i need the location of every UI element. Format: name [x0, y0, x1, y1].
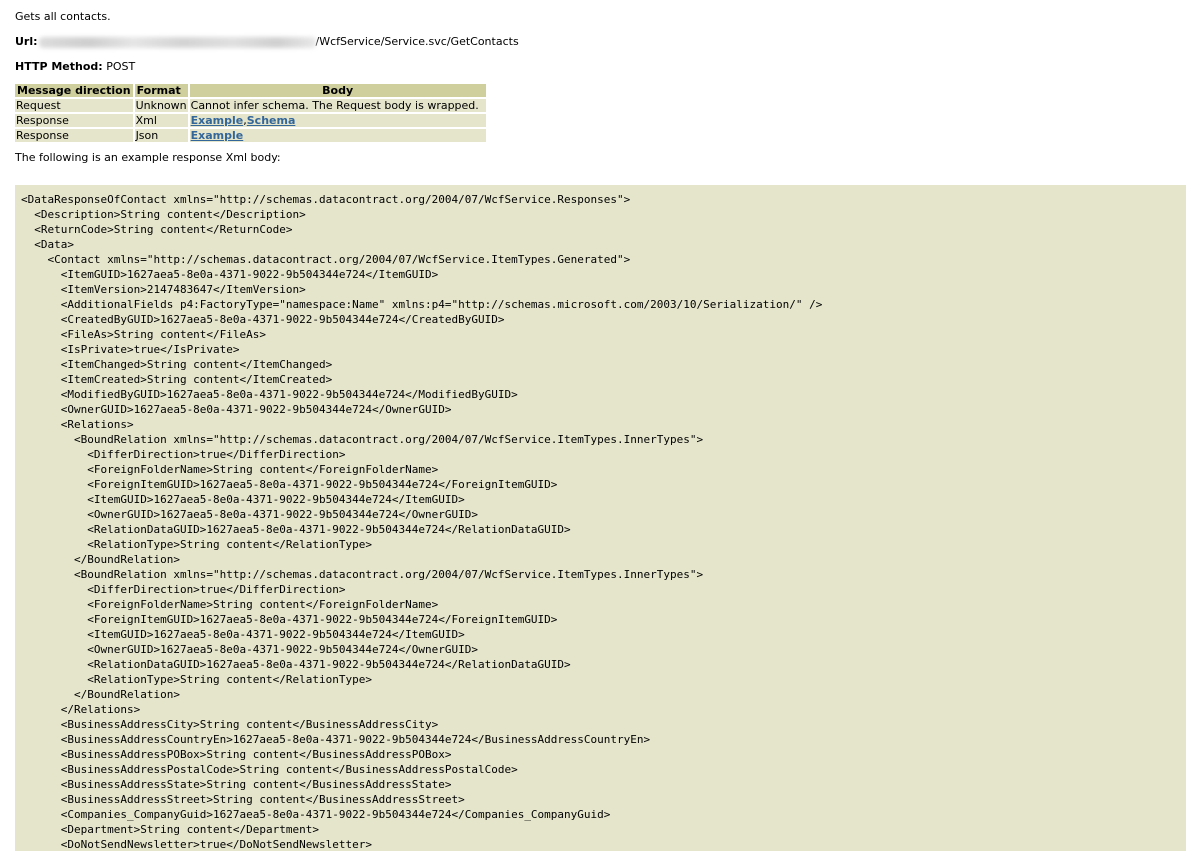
header-message-direction: Message direction — [15, 84, 133, 97]
redacted-host — [38, 36, 316, 48]
code-line: <Description>String content</Description… — [21, 208, 306, 221]
http-method-value: POST — [106, 60, 136, 73]
cell-direction: Response — [15, 129, 133, 142]
code-line: <ForeignFolderName>String content</Forei… — [21, 463, 439, 476]
table-header-row: Message direction Format Body — [15, 84, 486, 97]
code-line: <BoundRelation xmlns="http://schemas.dat… — [21, 568, 704, 581]
code-line: <BusinessAddressCountryEn>1627aea5-8e0a-… — [21, 733, 651, 746]
cell-body: Example — [189, 129, 486, 142]
code-line: <Data> — [21, 238, 74, 251]
json-example-link[interactable]: Example — [191, 129, 244, 142]
code-line: <RelationDataGUID>1627aea5-8e0a-4371-902… — [21, 523, 571, 536]
example-intro-text: The following is an example response Xml… — [15, 151, 281, 164]
code-line: </Relations> — [21, 703, 141, 716]
cell-direction: Response — [15, 114, 133, 127]
http-method-label: HTTP Method: — [15, 60, 103, 73]
code-line: <ItemChanged>String content</ItemChanged… — [21, 358, 333, 371]
code-line: <ReturnCode>String content</ReturnCode> — [21, 223, 293, 236]
xml-example-link[interactable]: Example — [191, 114, 244, 127]
header-body: Body — [189, 84, 486, 97]
code-line: <OwnerGUID>1627aea5-8e0a-4371-9022-9b504… — [21, 403, 452, 416]
message-format-table: Message direction Format Body Request Un… — [13, 82, 488, 144]
table-row: Response Json Example — [15, 129, 486, 142]
code-line: <DataResponseOfContact xmlns="http://sch… — [21, 193, 631, 206]
http-method-line: HTTP Method: POST — [15, 59, 1186, 75]
code-line: <BusinessAddressCity>String content</Bus… — [21, 718, 439, 731]
code-line: <Relations> — [21, 418, 134, 431]
code-line: <ItemGUID>1627aea5-8e0a-4371-9022-9b5043… — [21, 628, 465, 641]
code-line: <BusinessAddressStreet>String content</B… — [21, 793, 465, 806]
table-row: Response Xml Example,Schema — [15, 114, 486, 127]
code-line: <Department>String content</Department> — [21, 823, 320, 836]
code-line: <RelationType>String content</RelationTy… — [21, 538, 372, 551]
code-line: <ModifiedByGUID>1627aea5-8e0a-4371-9022-… — [21, 388, 518, 401]
code-line: <ItemVersion>2147483647</ItemVersion> — [21, 283, 306, 296]
code-line: <ItemGUID>1627aea5-8e0a-4371-9022-9b5043… — [21, 493, 465, 506]
code-line: <OwnerGUID>1627aea5-8e0a-4371-9022-9b504… — [21, 508, 478, 521]
code-line: <ForeignItemGUID>1627aea5-8e0a-4371-9022… — [21, 613, 558, 626]
example-response-xml: <DataResponseOfContact xmlns="http://sch… — [15, 185, 1186, 851]
code-line: <BusinessAddressState>String content</Bu… — [21, 778, 452, 791]
url-path: /WcfService/Service.svc/GetContacts — [315, 35, 519, 48]
code-line: <AdditionalFields p4:FactoryType="namesp… — [21, 298, 823, 311]
code-line: <OwnerGUID>1627aea5-8e0a-4371-9022-9b504… — [21, 643, 478, 656]
code-line: <FileAs>String content</FileAs> — [21, 328, 267, 341]
url-label: Url: — [15, 35, 38, 48]
operation-description: Gets all contacts. — [15, 10, 111, 23]
header-format: Format — [134, 84, 188, 97]
code-line: <DoNotSendNewsletter>true</DoNotSendNews… — [21, 838, 372, 851]
help-page: Gets all contacts. Url: /WcfService/Servi… — [0, 0, 1186, 851]
code-line: <IsPrivate>true</IsPrivate> — [21, 343, 240, 356]
code-line: <ItemGUID>1627aea5-8e0a-4371-9022-9b5043… — [21, 268, 439, 281]
code-line: <RelationDataGUID>1627aea5-8e0a-4371-902… — [21, 658, 571, 671]
table-row: Request Unknown Cannot infer schema. The… — [15, 99, 486, 112]
xml-schema-link[interactable]: Schema — [247, 114, 296, 127]
cell-body: Cannot infer schema. The Request body is… — [189, 99, 486, 112]
cell-format: Unknown — [134, 99, 188, 112]
code-line: <BusinessAddressPOBox>String content</Bu… — [21, 748, 452, 761]
cell-format: Json — [134, 129, 188, 142]
code-line: <ForeignFolderName>String content</Forei… — [21, 598, 439, 611]
code-line: <BusinessAddressPostalCode>String conten… — [21, 763, 518, 776]
code-line: <DifferDirection>true</DifferDirection> — [21, 448, 346, 461]
code-line: <BoundRelation xmlns="http://schemas.dat… — [21, 433, 704, 446]
code-line: </BoundRelation> — [21, 688, 180, 701]
url-line: Url: /WcfService/Service.svc/GetContacts — [15, 34, 1186, 50]
code-line: <ItemCreated>String content</ItemCreated… — [21, 373, 333, 386]
code-line: <CreatedByGUID>1627aea5-8e0a-4371-9022-9… — [21, 313, 505, 326]
code-line: </BoundRelation> — [21, 553, 180, 566]
code-line: <ForeignItemGUID>1627aea5-8e0a-4371-9022… — [21, 478, 558, 491]
code-line: <DifferDirection>true</DifferDirection> — [21, 583, 346, 596]
code-line: <RelationType>String content</RelationTy… — [21, 673, 372, 686]
cell-format: Xml — [134, 114, 188, 127]
cell-body: Example,Schema — [189, 114, 486, 127]
cell-direction: Request — [15, 99, 133, 112]
code-line: <Contact xmlns="http://schemas.datacontr… — [21, 253, 631, 266]
code-line: <Companies_CompanyGuid>1627aea5-8e0a-437… — [21, 808, 611, 821]
